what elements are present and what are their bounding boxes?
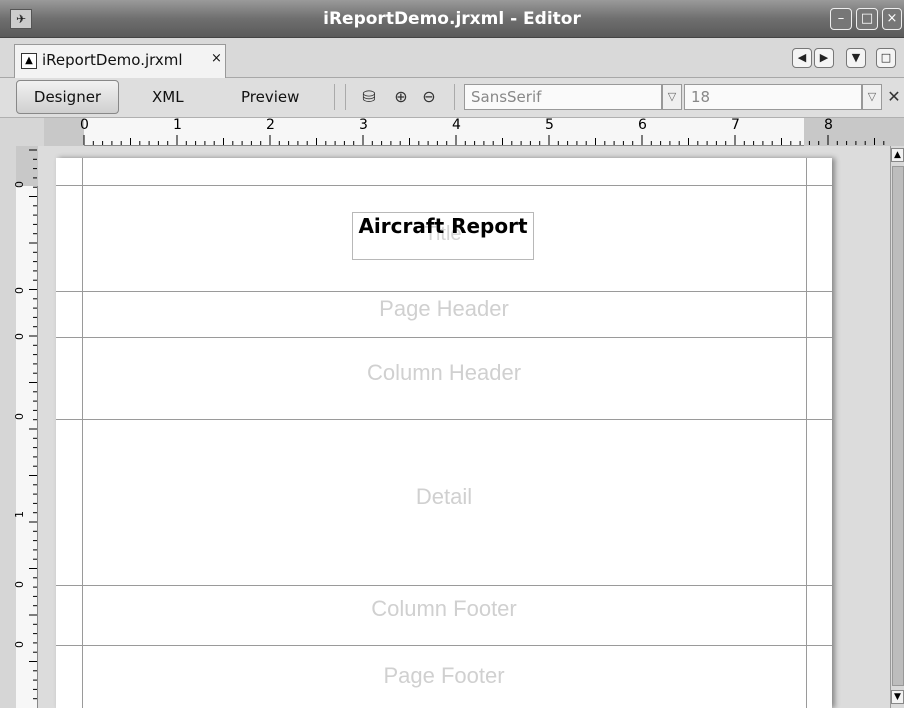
dropdown-icon[interactable]: ▼ <box>846 48 866 68</box>
close-icon[interactable]: × <box>211 51 222 66</box>
toolbar-separator <box>334 84 335 110</box>
chevron-down-icon[interactable]: ▽ <box>662 84 682 110</box>
scroll-up-icon[interactable]: ▲ <box>891 148 904 162</box>
maximize-button[interactable]: □ <box>856 8 878 30</box>
page-footer-band-label: Page Footer <box>383 663 505 688</box>
toolbar-overflow-icon[interactable]: ✕ <box>884 86 904 108</box>
preview-button[interactable]: Preview <box>241 88 299 106</box>
ruler-label: 0 <box>13 413 26 420</box>
maximize-icon[interactable]: □ <box>876 48 896 68</box>
minimize-button[interactable]: – <box>830 8 852 30</box>
left-margin-guide[interactable] <box>82 158 83 708</box>
band-divider[interactable] <box>56 185 832 186</box>
close-window-button[interactable]: × <box>882 8 902 30</box>
vertical-ruler: 0 0 0 0 1 0 0 <box>13 146 38 708</box>
zoom-in-icon[interactable]: ⊕ <box>390 86 412 108</box>
detail-band-label: Detail <box>415 484 473 509</box>
band-divider[interactable] <box>56 337 832 338</box>
window-titlebar[interactable]: ✈ iReportDemo.jrxml - Editor – □ × <box>0 0 904 38</box>
document-icon: ▲ <box>21 53 37 69</box>
ruler-label: 6 <box>638 117 647 133</box>
designer-toolbar: Designer XML Preview ⛁ ⊕ ⊖ SansSerif ▽ 1… <box>0 78 904 118</box>
ruler-ticks <box>29 149 37 700</box>
xml-button[interactable]: XML <box>152 88 184 106</box>
nav-left-icon[interactable]: ◀ <box>792 48 812 68</box>
scroll-down-icon[interactable]: ▼ <box>891 690 904 704</box>
scrollbar-thumb[interactable] <box>892 166 904 686</box>
database-icon[interactable]: ⛁ <box>358 86 380 108</box>
ruler-label: 4 <box>452 117 461 133</box>
column-footer-band-label: Column Footer <box>371 596 517 621</box>
window-title: iReportDemo.jrxml - Editor <box>323 9 581 29</box>
font-size-select[interactable]: 18 <box>684 84 862 110</box>
chevron-down-icon[interactable]: ▽ <box>862 84 882 110</box>
designer-button[interactable]: Designer <box>16 80 119 114</box>
title-field-text: Aircraft Report <box>358 214 528 238</box>
column-header-band-label: Column Header <box>366 360 522 385</box>
ruler-label: 1 <box>173 117 182 133</box>
right-margin-guide[interactable] <box>806 158 807 708</box>
toolbar-separator <box>454 84 455 110</box>
ruler-label: 1 <box>13 511 26 518</box>
ruler-label: 0 <box>13 181 26 188</box>
horizontal-ruler: 0 1 2 3 4 5 6 7 8 <box>44 117 904 146</box>
ruler-label: 2 <box>266 117 275 133</box>
page-header-band-label: Page Header <box>379 296 509 321</box>
title-text-field[interactable]: Title Aircraft Report <box>352 212 534 260</box>
report-page[interactable]: Title Aircraft Report Page Header Column… <box>56 158 832 708</box>
band-divider[interactable] <box>56 585 832 586</box>
ruler-label: 3 <box>359 117 368 133</box>
toolbar-separator <box>345 84 346 110</box>
ruler-label: 0 <box>80 117 89 133</box>
ruler-label: 8 <box>824 117 833 133</box>
nav-right-icon[interactable]: ▶ <box>814 48 834 68</box>
ruler-label: 0 <box>13 287 26 294</box>
vertical-scrollbar[interactable]: ▲ ▼ <box>890 146 904 708</box>
ruler-label: 0 <box>13 581 26 588</box>
tab-label: iReportDemo.jrxml <box>42 51 183 69</box>
band-divider[interactable] <box>56 291 832 292</box>
ruler-label: 0 <box>13 333 26 340</box>
ruler-label: 5 <box>545 117 554 133</box>
band-divider[interactable] <box>56 419 832 420</box>
tab-iReportDemo[interactable]: ▲ iReportDemo.jrxml × <box>14 44 226 78</box>
ruler-label: 7 <box>731 117 740 133</box>
band-divider[interactable] <box>56 645 832 646</box>
zoom-out-icon[interactable]: ⊖ <box>418 86 440 108</box>
font-family-select[interactable]: SansSerif <box>464 84 662 110</box>
editor-tab-row: ▲ iReportDemo.jrxml × ◀ ▶ ▼ □ <box>0 38 904 78</box>
ruler-label: 0 <box>13 641 26 648</box>
